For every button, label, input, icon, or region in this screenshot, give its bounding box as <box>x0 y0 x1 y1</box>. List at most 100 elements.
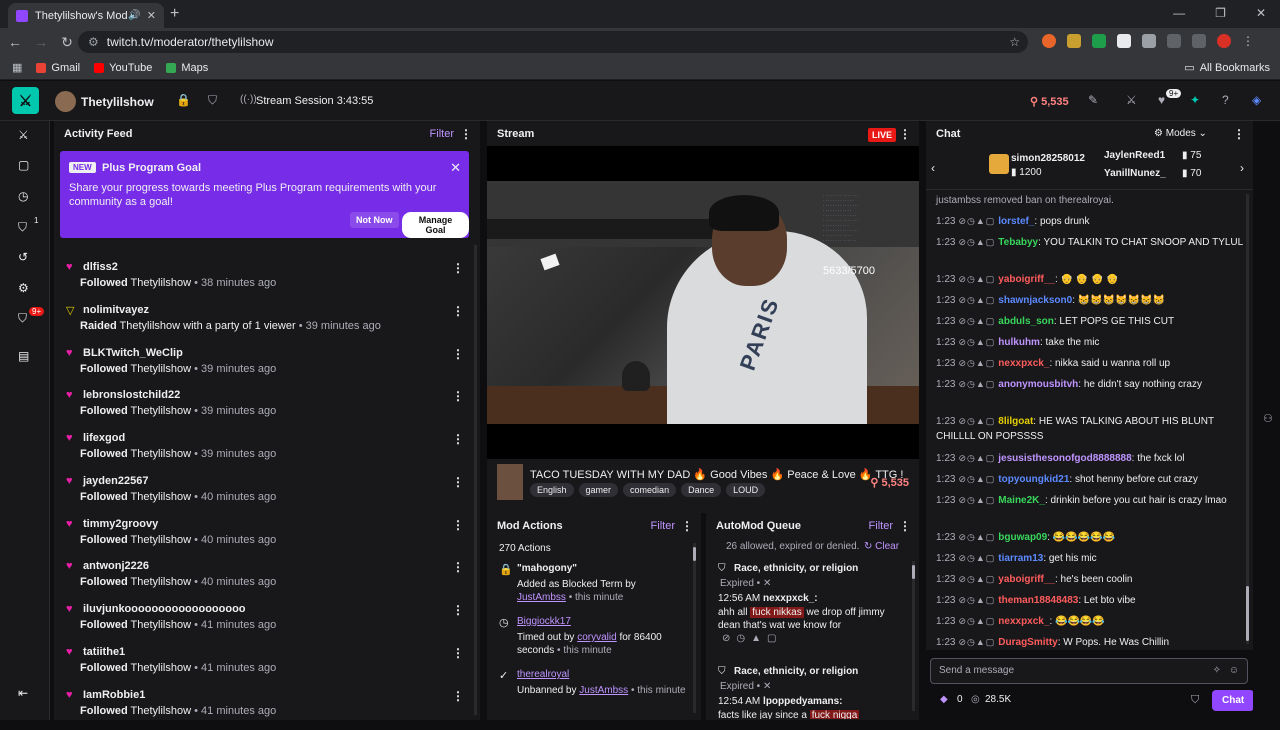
activity-item[interactable]: ♥ lebronslostchild22 Followed Thetylilshow… <box>66 387 466 430</box>
mod-icons[interactable]: ⊘◷▲▢ <box>958 532 995 542</box>
forward-icon[interactable]: → <box>30 34 52 50</box>
activity-item[interactable]: ♥ dlfiss2 Followed Thetylilshow • 38 minut… <box>66 259 466 302</box>
mod-icons[interactable]: ⊘◷▲▢ <box>958 574 995 584</box>
activity-item[interactable]: ▽ nolimitvayez Raided Thetylilshow with a … <box>66 302 466 345</box>
new-tab-icon[interactable]: + <box>170 5 179 23</box>
profile-avatar-icon[interactable] <box>1217 34 1231 48</box>
shield-icon[interactable]: ⛉ <box>18 220 27 235</box>
close-tab-icon[interactable]: ✕ <box>147 9 156 22</box>
lock-icon[interactable]: 🔒 <box>176 93 191 107</box>
back-icon[interactable]: ← <box>4 34 26 50</box>
more-options-icon[interactable]: ⋮ <box>899 127 911 141</box>
activity-username[interactable]: jayden22567 <box>83 475 148 487</box>
minimize-icon[interactable]: — <box>1173 6 1185 20</box>
chevron-left-icon[interactable]: ‹ <box>931 161 935 175</box>
extension-icon[interactable] <box>1042 34 1056 48</box>
shield-icon[interactable]: ⛉ <box>208 93 217 108</box>
url-bar[interactable]: ⚙ twitch.tv/moderator/thetylilshow ☆ <box>78 31 1028 53</box>
speaker-icon[interactable]: 🔊 <box>128 10 140 21</box>
mod-action-user-link[interactable]: Biggiockk17 <box>517 616 571 627</box>
more-options-icon[interactable]: ⋮ <box>452 475 464 489</box>
chat-input[interactable]: Send a message ✧ ☺ <box>930 658 1248 684</box>
activity-username[interactable]: timmy2groovy <box>83 518 158 530</box>
chevron-right-icon[interactable]: › <box>1240 161 1244 175</box>
stream-tag[interactable]: gamer <box>578 483 619 497</box>
clear-button[interactable]: ↻ Clear <box>864 541 899 552</box>
close-window-icon[interactable]: ✕ <box>1256 6 1266 20</box>
site-info-icon[interactable]: ⚙ <box>88 35 99 49</box>
chat-scroll-thumb[interactable] <box>1246 586 1249 641</box>
emote-picker-icon[interactable]: ☺ <box>1229 659 1239 683</box>
moderator-link[interactable]: JustAmbss <box>517 592 566 603</box>
automod-scrollbar[interactable] <box>912 561 915 711</box>
automod-icon[interactable]: ⚙ <box>18 281 29 295</box>
chat-username[interactable]: 8lilgoat <box>998 416 1033 427</box>
stream-video-player[interactable]: PARIS · · · · · · · · · · · · · · · · · ·… <box>487 146 919 459</box>
activity-username[interactable]: nolimitvayez <box>83 304 149 316</box>
activity-item[interactable]: ♥ IamRobbie1 Followed Thetylilshow • 41 mi… <box>66 687 466 730</box>
mod-icons[interactable]: ⊘◷▲▢ <box>958 595 995 605</box>
browser-tab[interactable]: Thetylilshow's Mod View - 🔊 ✕ <box>8 3 164 28</box>
mod-icons[interactable]: ⊘◷▲▢ <box>958 237 995 247</box>
modes-dropdown[interactable]: ⚙ Modes ⌄ <box>1154 128 1207 139</box>
edit-layout-icon[interactable]: ▤ <box>18 349 29 363</box>
bookmark-maps[interactable]: Maps <box>166 62 208 74</box>
reload-icon[interactable]: ↻ <box>56 34 78 51</box>
more-options-icon[interactable]: ⋮ <box>452 518 464 532</box>
chat-username[interactable]: anonymousbitvh <box>998 379 1078 390</box>
help-icon[interactable]: ? <box>1222 93 1229 107</box>
channel-avatar[interactable] <box>55 91 76 112</box>
mod-icons[interactable]: ⊘◷▲▢ <box>958 616 995 626</box>
automod-filter-button[interactable]: Filter <box>869 520 893 532</box>
more-options-icon[interactable]: ⋮ <box>1233 127 1245 141</box>
more-options-icon[interactable]: ⋮ <box>452 304 464 318</box>
chat-username[interactable]: hulkuhm <box>998 337 1040 348</box>
media-icon[interactable] <box>1192 34 1206 48</box>
clock-icon[interactable]: ◷ <box>18 189 28 203</box>
maximize-icon[interactable]: ❐ <box>1215 6 1226 20</box>
heart-icon[interactable]: ♥ <box>1158 93 1165 107</box>
automod-action-icons[interactable]: ⊘◷▲▢ <box>722 633 782 644</box>
mod-actions-scroll-thumb[interactable] <box>693 547 696 561</box>
channel-points-icon[interactable]: ◎ <box>971 694 980 705</box>
chat-username[interactable]: topyoungkid21 <box>998 474 1069 485</box>
puzzle-icon[interactable] <box>1142 34 1156 48</box>
chat-username[interactable]: theman18848483 <box>998 595 1078 606</box>
history-icon[interactable]: ↺ <box>18 250 28 264</box>
chevron-down-icon[interactable]: ⌄ <box>143 94 152 107</box>
chat-username[interactable]: tiarram13 <box>998 553 1043 564</box>
leaderboard-name[interactable]: simon28258012 <box>1011 153 1085 164</box>
activity-username[interactable]: dlfiss2 <box>83 261 118 273</box>
activity-username[interactable]: lifexgod <box>83 432 125 444</box>
mod-icons[interactable]: ⊘◷▲▢ <box>958 474 995 484</box>
chat-username[interactable]: nexxpxck_ <box>998 616 1049 627</box>
extension-icon[interactable] <box>1067 34 1081 48</box>
more-options-icon[interactable]: ⋮ <box>460 127 472 141</box>
more-options-icon[interactable]: ⋮ <box>452 560 464 574</box>
activity-username[interactable]: antwonj2226 <box>83 560 149 572</box>
more-options-icon[interactable]: ⋮ <box>452 261 464 275</box>
moderator-link[interactable]: JustAmbss <box>579 685 628 696</box>
pencil-icon[interactable]: ✎ <box>1088 93 1098 107</box>
apps-grid-icon[interactable]: ▦ <box>12 61 22 74</box>
mod-action-user-link[interactable]: therealroyal <box>517 669 569 680</box>
moderator-link[interactable]: coryvalid <box>577 632 616 643</box>
mod-sword-icon[interactable]: ⚔ <box>1126 93 1137 107</box>
mod-icons[interactable]: ⊘◷▲▢ <box>958 358 995 368</box>
chat-username[interactable]: jesusistheson​ofgod8888888 <box>998 453 1131 464</box>
chrome-menu-icon[interactable]: ⋮ <box>1242 34 1256 48</box>
chat-username[interactable]: abduls_son <box>998 316 1054 327</box>
more-options-icon[interactable]: ⋮ <box>452 689 464 703</box>
manage-goal-button[interactable]: Manage Goal <box>402 212 469 238</box>
bookmark-gmail[interactable]: Gmail <box>36 62 80 74</box>
mod-icons[interactable]: ⊘◷▲▢ <box>958 637 995 647</box>
mod-icons[interactable]: ⊘◷▲▢ <box>958 495 995 505</box>
mod-shield-icon[interactable]: ⛉ <box>1191 694 1199 707</box>
activity-item[interactable]: ♥ jayden22567 Followed Thetylilshow • 40 m… <box>66 473 466 516</box>
close-icon[interactable]: ✕ <box>450 160 461 176</box>
activity-scrollbar[interactable] <box>474 245 477 715</box>
chat-username[interactable]: nexxpxck_ <box>998 358 1049 369</box>
mod-icons[interactable]: ⊘◷▲▢ <box>958 216 995 226</box>
mod-icons[interactable]: ⊘◷▲▢ <box>958 416 995 426</box>
extension-icon[interactable] <box>1092 34 1106 48</box>
